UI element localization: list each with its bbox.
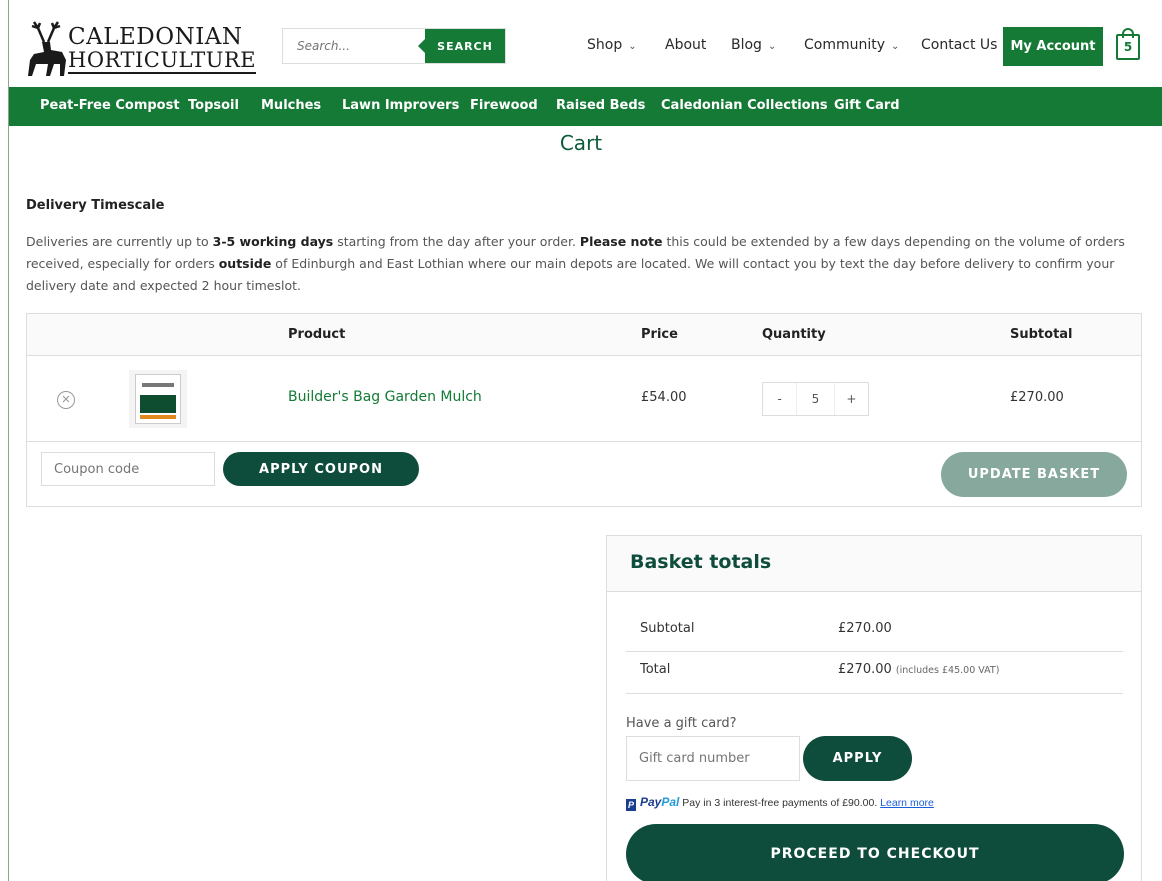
quantity-increase-button[interactable]: + [835,383,868,415]
my-account-button[interactable]: My Account [1003,27,1103,66]
chevron-down-icon: ⌄ [628,41,637,52]
product-bag-image [135,374,181,424]
page-title: Cart [559,131,603,155]
category-bar: Peat-Free Compost Topsoil Mulches Lawn I… [9,87,1162,126]
nav-shop[interactable]: Shop ⌄ [587,37,637,53]
header-product: Product [288,327,346,342]
category-mulches[interactable]: Mulches [261,98,321,113]
nav-blog-label: Blog [731,37,762,53]
gift-card-apply-button[interactable]: APPLY [803,736,912,781]
category-lawn-improvers[interactable]: Lawn Improvers [342,98,459,113]
cart-table-header: Product Price Quantity Subtotal [27,314,1141,356]
header-price: Price [641,327,678,342]
nav-blog[interactable]: Blog ⌄ [731,37,776,53]
item-price: £54.00 [641,390,687,405]
bag-label-band [140,395,176,413]
remove-item-icon[interactable]: ✕ [57,391,75,409]
paypal-learn-more-link[interactable]: Learn more [880,797,934,809]
paypal-text: Pay in 3 interest-free payments of £90.0… [682,797,878,809]
divider [626,651,1123,652]
subtotal-value: £270.00 [838,621,892,636]
basket-totals-title: Basket totals [630,551,772,573]
delivery-text-part: Deliveries are currently up to [26,234,213,249]
gift-card-input[interactable] [626,736,800,781]
bag-logo-mark [142,383,174,387]
cart-table: Product Price Quantity Subtotal ✕ Builde… [26,313,1142,507]
nav-shop-label: Shop [587,37,623,53]
update-basket-button[interactable]: UPDATE BASKET [941,452,1127,497]
delivery-text-part: starting from the day after your order. [333,234,580,249]
product-name-link[interactable]: Builder's Bag Garden Mulch [288,389,482,405]
paypal-message: P PayPal Pay in 3 interest-free payments … [626,795,934,811]
divider [626,693,1123,694]
category-caledonian-collections[interactable]: Caledonian Collections [661,98,828,113]
proceed-to-checkout-button[interactable]: PROCEED TO CHECKOUT [626,824,1124,881]
quantity-input[interactable]: 5 [796,383,835,415]
logo-text-line2: HORTICULTURE [68,48,257,74]
search-bar: SEARCH [282,28,506,64]
cart-icon[interactable]: 5 [1116,28,1142,60]
coupon-code-input[interactable] [41,452,215,486]
chevron-down-icon: ⌄ [891,41,900,52]
total-value: £270.00 (includes £45.00 VAT) [838,662,999,677]
delivery-emphasis: 3-5 working days [212,234,334,249]
delivery-emphasis: Please note [579,234,663,249]
paypal-wordmark: PayPal [640,795,679,809]
apply-coupon-button[interactable]: APPLY COUPON [223,452,419,486]
delivery-emphasis: outside [218,256,272,271]
paypal-wordmark-pal: Pal [661,795,680,809]
bag-stripe [140,415,176,419]
delivery-text: Deliveries are currently up to 3-5 worki… [26,231,1146,297]
stag-icon [28,21,66,76]
nav-contact-us[interactable]: Contact Us [921,37,997,53]
cart-count-badge: 5 [1116,34,1140,60]
logo-text-line1: CALEDONIAN [68,24,243,50]
category-firewood[interactable]: Firewood [470,98,538,113]
product-thumbnail[interactable] [129,370,187,428]
basket-totals-header: Basket totals [607,536,1141,592]
table-row: ✕ Builder's Bag Garden Mulch £54.00 - 5 … [27,356,1141,442]
category-raised-beds[interactable]: Raised Beds [556,98,645,113]
quantity-decrease-button[interactable]: - [763,383,796,415]
quantity-stepper: - 5 + [762,382,869,416]
paypal-icon: P [626,799,636,811]
search-input[interactable] [283,29,427,63]
gift-card-label: Have a gift card? [626,716,737,731]
total-amount: £270.00 [838,662,892,677]
delivery-title: Delivery Timescale [26,198,165,213]
nav-community[interactable]: Community ⌄ [804,37,899,53]
basket-totals-panel: Basket totals Subtotal £270.00 Total £27… [606,535,1142,881]
search-button[interactable]: SEARCH [418,29,505,63]
chevron-down-icon: ⌄ [767,41,777,52]
subtotal-label: Subtotal [640,621,695,636]
site-logo[interactable]: CALEDONIAN HORTICULTURE [24,16,257,78]
header-subtotal: Subtotal [1010,327,1073,342]
total-label: Total [640,662,671,677]
vat-note: (includes £45.00 VAT) [895,665,1000,676]
nav-about[interactable]: About [665,37,706,53]
category-gift-card[interactable]: Gift Card [834,98,900,113]
category-topsoil[interactable]: Topsoil [188,98,239,113]
item-subtotal: £270.00 [1010,390,1064,405]
header-quantity: Quantity [762,327,826,342]
category-peat-free-compost[interactable]: Peat-Free Compost [40,98,180,113]
paypal-wordmark-pay: Pay [640,795,662,809]
nav-community-label: Community [804,37,886,53]
